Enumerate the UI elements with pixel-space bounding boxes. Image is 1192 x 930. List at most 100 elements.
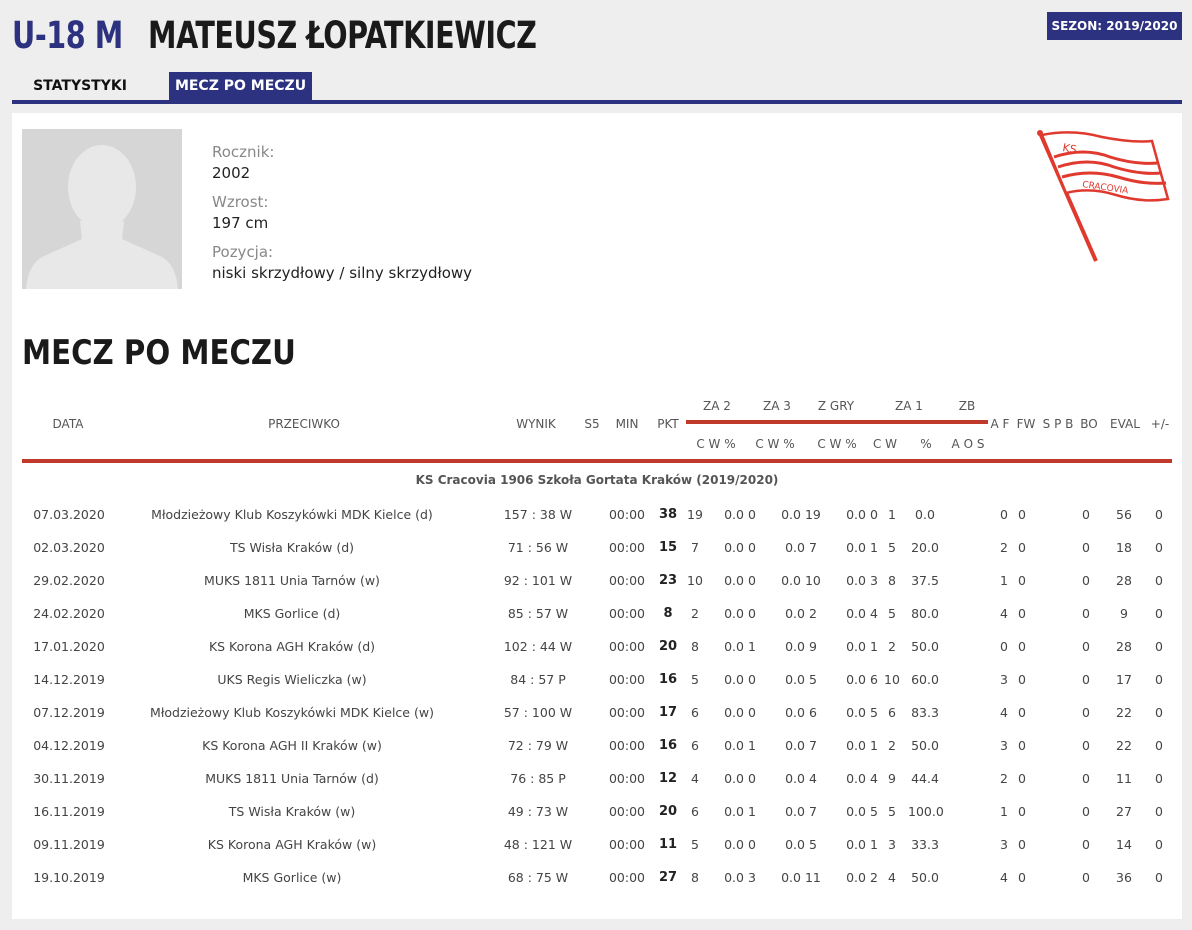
svg-text:KS: KS: [1061, 141, 1077, 156]
cell-h: 0: [1018, 639, 1026, 654]
cracovia-logo-icon: KS CRACOVIA: [1037, 130, 1170, 262]
cell-c: 0.0 7: [785, 804, 817, 819]
cell-b: 0.0 1: [724, 804, 756, 819]
cell-g: 0: [1000, 507, 1008, 522]
cell-b: 0.0 0: [724, 507, 756, 522]
col-header-za3[interactable]: ZA 3: [756, 399, 798, 413]
cell-f: 50.0: [911, 870, 939, 885]
cell-d: 0.0 3: [846, 573, 878, 588]
cell-h: 0: [1018, 507, 1026, 522]
season-badge[interactable]: SEZON: 2019/2020: [1047, 12, 1182, 40]
cell-a: 10: [687, 573, 703, 588]
table-row[interactable]: 07.12.2019 Młodzieżowy Klub Koszykówki MD…: [12, 696, 1182, 729]
col-header-data[interactable]: DATA: [42, 417, 94, 431]
table-row[interactable]: 02.03.2020 TS Wisła Kraków (d) 71 : 56 W 00…: [12, 531, 1182, 564]
cell-wynik: 84 : 57 P: [510, 672, 566, 687]
tab-statystyki[interactable]: STATYSTYKI: [12, 72, 148, 100]
wzrost-label: Wzrost:: [212, 193, 269, 211]
cell-g: 2: [1000, 771, 1008, 786]
col-header-min[interactable]: MIN: [610, 417, 644, 431]
table-row[interactable]: 16.11.2019 TS Wisła Kraków (w) 49 : 73 W 00…: [12, 795, 1182, 828]
table-row[interactable]: 07.03.2020 Młodzieżowy Klub Koszykówki MD…: [12, 498, 1182, 531]
col-subheader-za1: C W: [872, 437, 898, 451]
cell-min: 00:00: [608, 573, 646, 588]
cell-h: 0: [1018, 870, 1026, 885]
cell-d: 0.0 4: [846, 771, 878, 786]
col-header-bo[interactable]: BO: [1078, 417, 1100, 431]
col-subheader-zgry: C W %: [817, 437, 857, 451]
cell-e: 2: [888, 639, 896, 654]
cell-wynik: 72 : 79 W: [507, 738, 569, 753]
cell-g: 3: [1000, 837, 1008, 852]
cell-b: 0.0 0: [724, 606, 756, 621]
cell-b: 0.0 1: [724, 639, 756, 654]
table-row[interactable]: 04.12.2019 KS Korona AGH II Kraków (w) 72 …: [12, 729, 1182, 762]
col-header-wynik[interactable]: WYNIK: [508, 417, 564, 431]
cell-a: 5: [691, 672, 699, 687]
col-header-przeciwko[interactable]: PRZECIWKO: [232, 417, 376, 431]
cell-g: 3: [1000, 738, 1008, 753]
cell-eval: 17: [1116, 672, 1132, 687]
cell-b: 0.0 0: [724, 705, 756, 720]
cell-pkt: 11: [658, 837, 678, 852]
col-header-za2[interactable]: ZA 2: [696, 399, 738, 413]
table-row[interactable]: 29.02.2020 MUKS 1811 Unia Tarnów (w) 92 : …: [12, 564, 1182, 597]
cell-a: 6: [691, 804, 699, 819]
cell-min: 00:00: [608, 705, 646, 720]
cell-opp: KS Korona AGH Kraków (d): [208, 639, 376, 654]
col-header-s5[interactable]: S5: [580, 417, 604, 431]
cell-g: 4: [1000, 870, 1008, 885]
cell-h: 0: [1018, 606, 1026, 621]
col-header-spb[interactable]: S P B: [1038, 417, 1078, 431]
cell-opp: KS Korona AGH Kraków (w): [207, 837, 377, 852]
col-header-eval[interactable]: EVAL: [1106, 417, 1144, 431]
cell-eval: 56: [1116, 507, 1132, 522]
table-row[interactable]: 09.11.2019 KS Korona AGH Kraków (w) 48 : 1…: [12, 828, 1182, 861]
cell-a: 5: [691, 837, 699, 852]
col-header-zgry[interactable]: Z GRY: [810, 399, 862, 413]
table-row[interactable]: 30.11.2019 MUKS 1811 Unia Tarnów (d) 76 : …: [12, 762, 1182, 795]
cell-d: 0.0 5: [846, 705, 878, 720]
cell-e: 3: [888, 837, 896, 852]
cell-i: 0: [1082, 606, 1090, 621]
cell-c: 0.0 7: [785, 738, 817, 753]
cell-eval: 9: [1120, 606, 1128, 621]
cell-g: 0: [1000, 639, 1008, 654]
cell-eval: 18: [1116, 540, 1132, 555]
rocznik-value: 2002: [212, 164, 251, 182]
table-row[interactable]: 17.01.2020 KS Korona AGH Kraków (d) 102 : …: [12, 630, 1182, 663]
cell-min: 00:00: [608, 738, 646, 753]
cell-a: 2: [691, 606, 699, 621]
cell-opp: Młodzieżowy Klub Koszykówki MDK Kielce (…: [150, 705, 434, 720]
col-header-zb[interactable]: ZB: [952, 399, 982, 413]
cell-i: 0: [1082, 837, 1090, 852]
cell-g: 4: [1000, 606, 1008, 621]
col-subheader-za2: C W %: [696, 437, 736, 451]
cell-date: 30.11.2019: [33, 771, 105, 786]
col-header-fw[interactable]: FW: [1014, 417, 1038, 431]
cell-min: 00:00: [608, 870, 646, 885]
cell-pkt: 8: [663, 606, 673, 621]
cell-a: 7: [691, 540, 699, 555]
player-card: Rocznik: 2002 Wzrost: 197 cm Pozycja: ni…: [12, 113, 1182, 919]
section-title: MECZ PO MECZU: [22, 333, 296, 373]
col-header-za1[interactable]: ZA 1: [888, 399, 930, 413]
cell-date: 07.03.2020: [33, 507, 105, 522]
col-header-pkt[interactable]: PKT: [652, 417, 684, 431]
table-row[interactable]: 19.10.2019 MKS Gorlice (w) 68 : 75 W 00:00 2…: [12, 861, 1182, 894]
cell-min: 00:00: [608, 804, 646, 819]
table-row[interactable]: 24.02.2020 MKS Gorlice (d) 85 : 57 W 00:00 8…: [12, 597, 1182, 630]
col-header-plus-minus[interactable]: +/-: [1146, 417, 1174, 431]
cell-opp: MUKS 1811 Unia Tarnów (d): [205, 771, 379, 786]
cell-d: 0.0 2: [846, 870, 878, 885]
cell-h: 0: [1018, 540, 1026, 555]
cell-b: 0.0 1: [724, 738, 756, 753]
cell-h: 0: [1018, 738, 1026, 753]
table-row[interactable]: 14.12.2019 UKS Regis Wieliczka (w) 84 : 57…: [12, 663, 1182, 696]
cell-pkt: 20: [658, 804, 678, 819]
cell-opp: MKS Gorlice (d): [243, 606, 341, 621]
cell-pm: 0: [1155, 837, 1163, 852]
cell-h: 0: [1018, 837, 1026, 852]
col-header-af[interactable]: A F: [988, 417, 1012, 431]
tab-mecz-po-meczu[interactable]: MECZ PO MECZU: [169, 72, 312, 100]
